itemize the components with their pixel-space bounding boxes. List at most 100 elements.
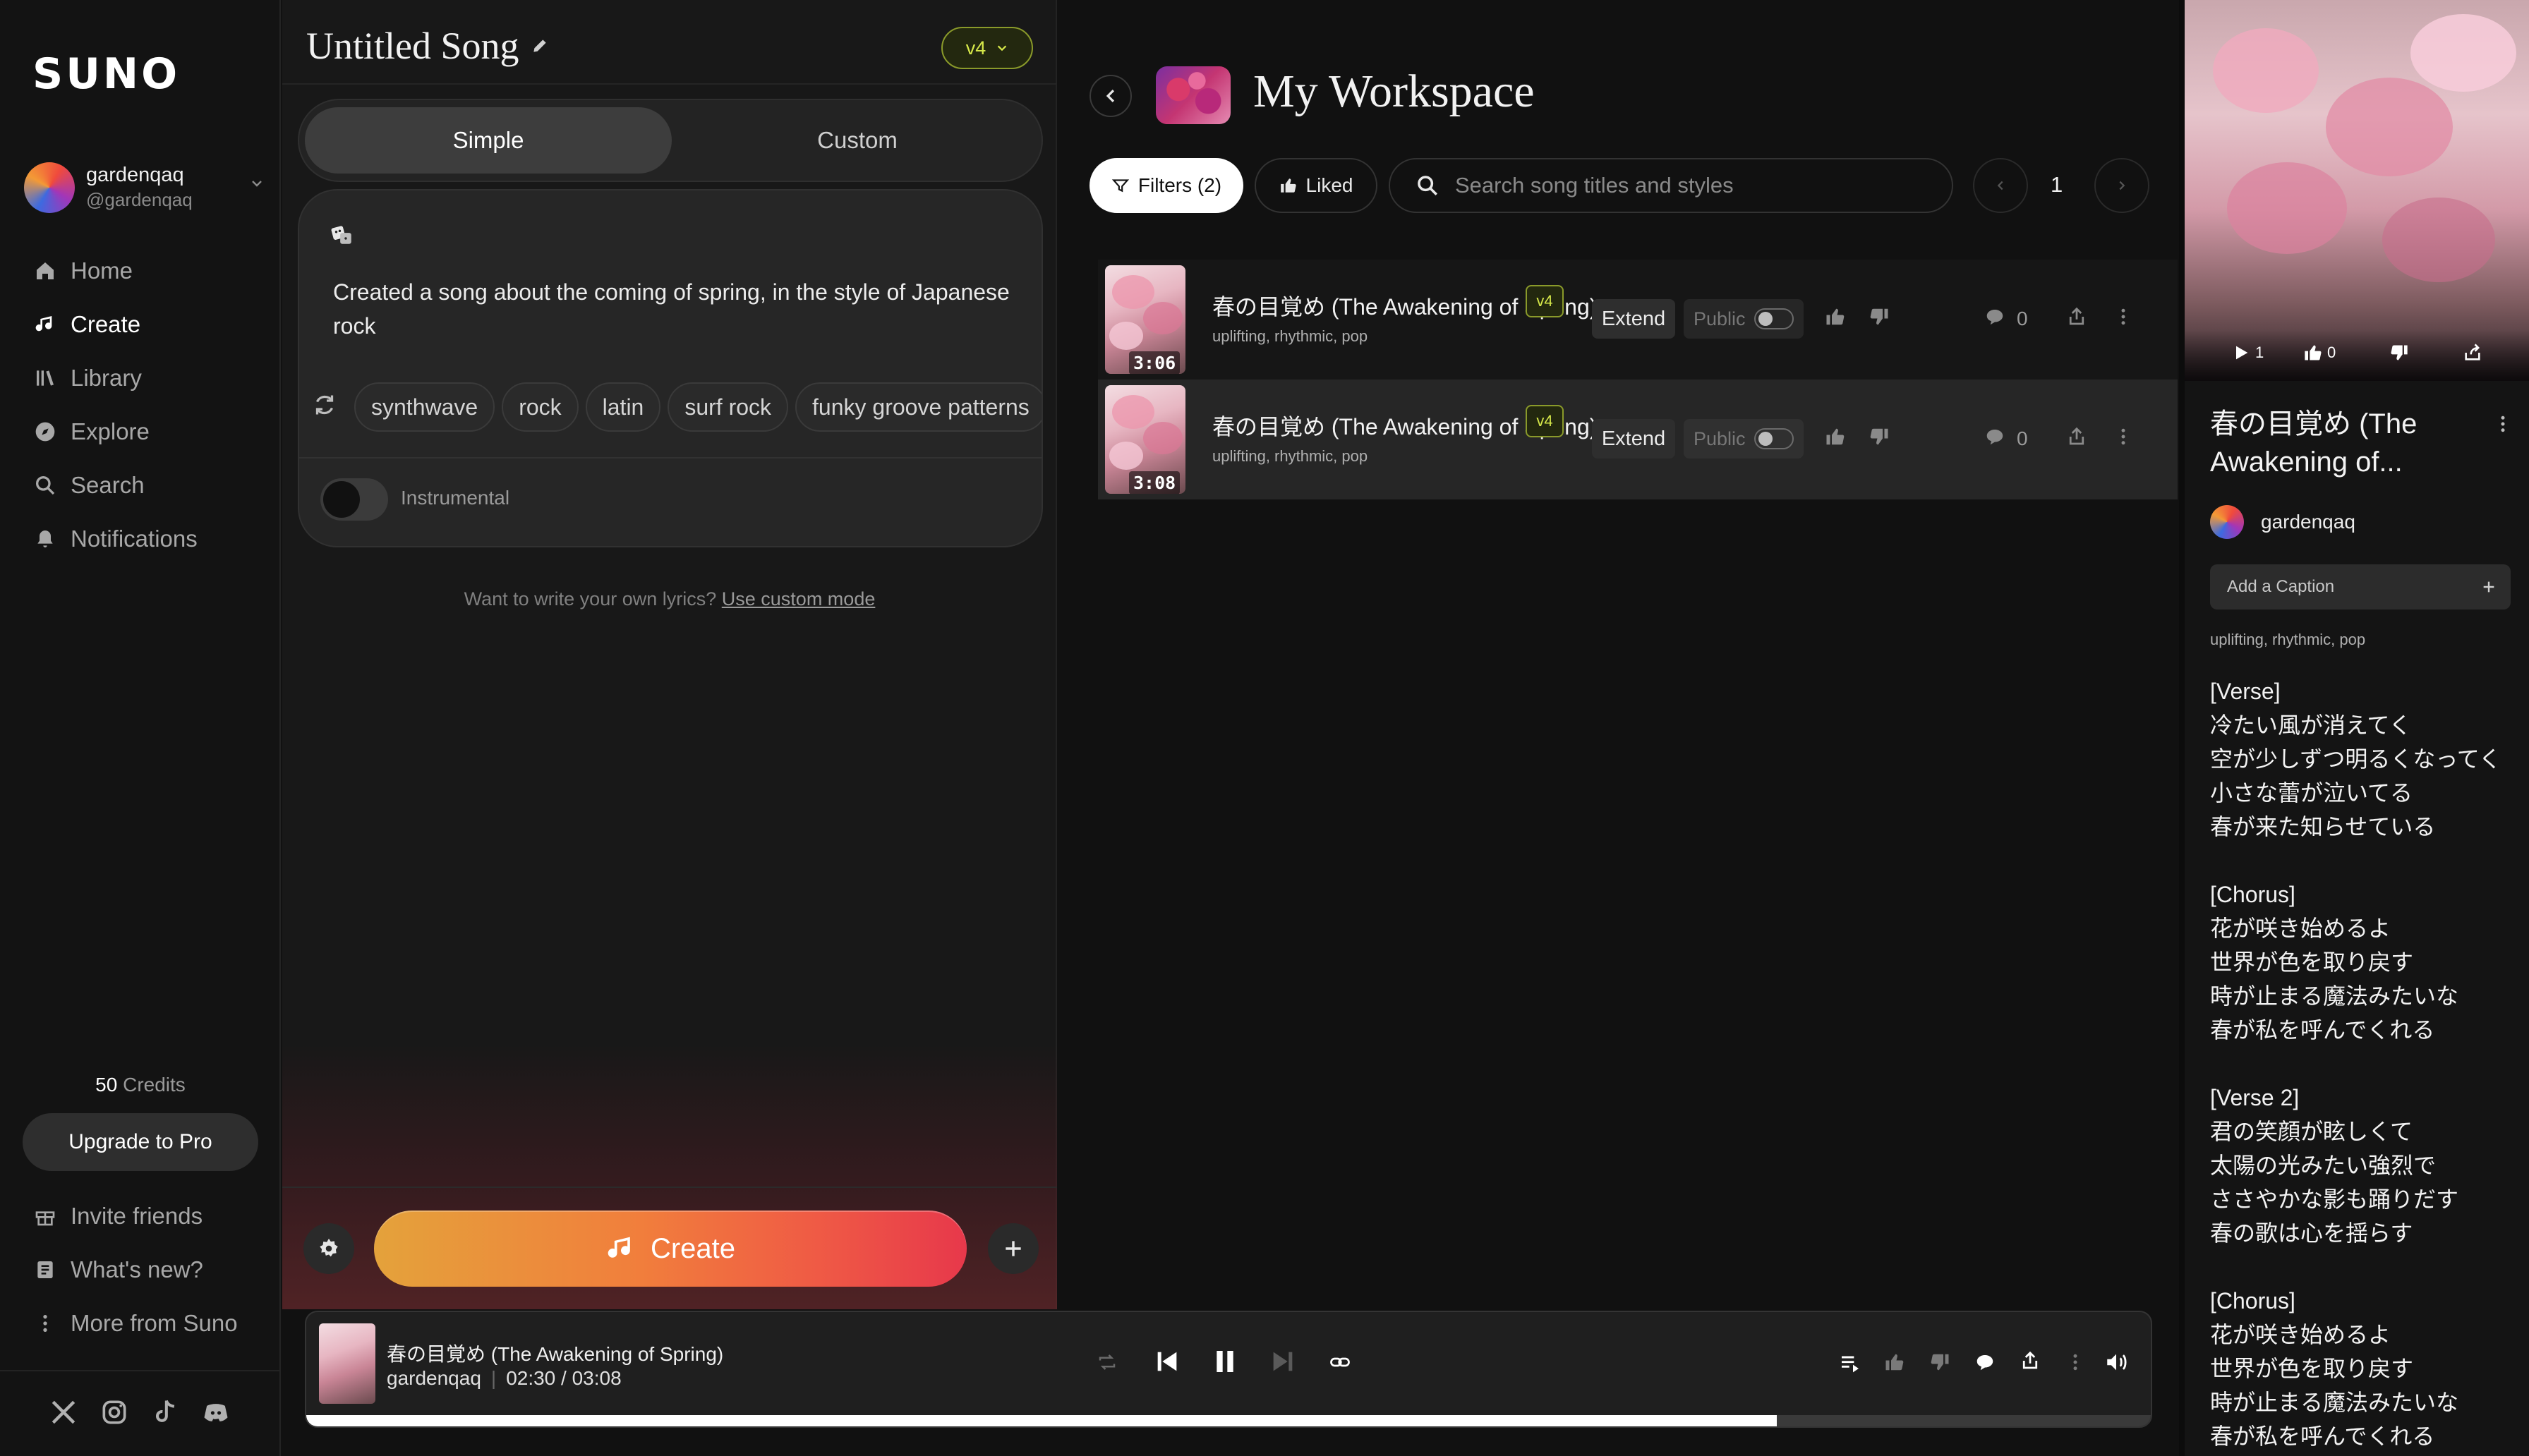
song-cover-large[interactable] [2185, 0, 2529, 381]
public-toggle[interactable]: Public [1684, 299, 1804, 339]
filters-button[interactable]: Filters (2) [1090, 158, 1243, 213]
like-count[interactable]: 0 [2303, 343, 2336, 363]
style-tag[interactable]: rock [502, 382, 579, 432]
suno-logo[interactable]: SUNO [32, 49, 180, 99]
song-cover[interactable]: 3:06 [1105, 265, 1185, 374]
create-button[interactable]: Create [374, 1211, 967, 1287]
nav-notifications[interactable]: Notifications [34, 518, 260, 560]
more-vertical-icon[interactable] [2113, 306, 2138, 332]
song-row[interactable]: 3:08 春の目覚め (The Awakening of Spring) v4 … [1098, 380, 2178, 499]
playback-progress[interactable] [306, 1415, 2151, 1426]
tab-simple[interactable]: Simple [305, 107, 672, 174]
now-playing-artist[interactable]: gardenqaq [387, 1367, 481, 1390]
thumbs-down-icon[interactable] [1869, 306, 1894, 332]
pencil-icon[interactable] [531, 37, 549, 55]
next-page-button[interactable] [2094, 158, 2149, 213]
more-vertical-icon[interactable] [2113, 426, 2138, 451]
nav-explore[interactable]: Explore [34, 411, 260, 453]
gift-icon [34, 1205, 56, 1227]
style-tag[interactable]: funky groove patterns [795, 382, 1042, 432]
thumbs-down-icon[interactable] [1929, 1352, 1950, 1373]
song-row[interactable]: 3:06 春の目覚め (The Awakening of Spring) v4 … [1098, 260, 2178, 380]
song-cover[interactable]: 3:08 [1105, 385, 1185, 494]
comment-icon[interactable] [1984, 306, 2010, 332]
refresh-tags-icon[interactable] [312, 392, 337, 418]
user-menu[interactable]: gardenqaq @gardenqaq [24, 159, 264, 216]
more-from-suno-link[interactable]: More from Suno [34, 1302, 260, 1345]
link-icon[interactable] [1329, 1352, 1351, 1373]
comment-icon[interactable] [1984, 426, 2010, 451]
repeat-icon[interactable] [1097, 1352, 1118, 1373]
tiktok-icon[interactable] [150, 1397, 181, 1428]
invite-friends-link[interactable]: Invite friends [34, 1195, 260, 1237]
share-icon[interactable] [2020, 1350, 2041, 1371]
discord-icon[interactable] [200, 1397, 231, 1428]
now-playing-cover[interactable] [319, 1323, 375, 1404]
share-icon[interactable] [2066, 306, 2092, 332]
next-track-icon[interactable] [1269, 1347, 1297, 1376]
share-icon[interactable] [2463, 343, 2482, 363]
instrumental-toggle[interactable] [320, 478, 388, 521]
song-author[interactable]: gardenqaq [2210, 505, 2355, 539]
style-tag[interactable]: latin [585, 382, 661, 432]
search-input[interactable]: Search song titles and styles [1389, 158, 1953, 213]
thumbs-down-icon[interactable] [1869, 426, 1894, 451]
thumbs-up-icon[interactable] [1825, 426, 1850, 451]
nav-library[interactable]: Library [34, 357, 260, 399]
more-vertical-icon[interactable] [2065, 1352, 2086, 1373]
settings-button[interactable] [303, 1223, 354, 1274]
back-button[interactable] [1090, 75, 1132, 117]
user-handle: @gardenqaq [86, 189, 193, 210]
thumbs-down-icon[interactable] [2389, 343, 2409, 363]
prompt-box[interactable]: Created a song about the coming of sprin… [298, 189, 1043, 547]
now-playing-title[interactable]: 春の目覚め (The Awakening of Spring) [387, 1339, 723, 1367]
song-tags: uplifting, rhythmic, pop [1212, 327, 1368, 345]
liked-button[interactable]: Liked [1255, 158, 1377, 213]
cover-art-shape [2326, 78, 2453, 176]
gear-icon [317, 1237, 341, 1261]
pause-icon[interactable] [1211, 1347, 1239, 1376]
dice-icon[interactable] [330, 223, 354, 247]
search-icon [1416, 174, 1439, 198]
toggle-switch [1754, 428, 1794, 449]
thumbs-up-icon[interactable] [1825, 306, 1850, 332]
thumbs-up-icon[interactable] [1884, 1352, 1905, 1373]
liked-label: Liked [1305, 174, 1353, 196]
nav-label: Notifications [71, 526, 198, 552]
prev-page-button[interactable] [1973, 158, 2028, 213]
upgrade-button[interactable]: Upgrade to Pro [23, 1113, 258, 1171]
nav-home[interactable]: Home [34, 250, 260, 292]
add-button[interactable] [988, 1223, 1039, 1274]
nav-create[interactable]: Create [34, 303, 260, 346]
page-number: 1 [2051, 172, 2063, 197]
instagram-icon[interactable] [99, 1397, 130, 1428]
version-select[interactable]: v4 [941, 27, 1033, 69]
use-custom-mode-link[interactable]: Use custom mode [722, 588, 876, 609]
extend-button[interactable]: Extend [1592, 419, 1675, 459]
more-vertical-icon[interactable] [2492, 413, 2513, 435]
chevron-left-icon [1994, 179, 2007, 192]
chevron-down-icon [250, 176, 264, 190]
x-icon[interactable] [48, 1397, 79, 1428]
caption-placeholder: Add a Caption [2227, 577, 2335, 596]
comment-icon[interactable] [1974, 1352, 1996, 1373]
whats-new-link[interactable]: What's new? [34, 1249, 260, 1291]
add-caption-input[interactable]: Add a Caption [2210, 564, 2511, 609]
cover-art-shape [2410, 14, 2516, 92]
volume-icon[interactable] [2104, 1350, 2128, 1374]
style-tag[interactable]: surf rock [668, 382, 789, 432]
chevron-right-icon [2115, 179, 2128, 192]
style-tag[interactable]: synthwave [354, 382, 495, 432]
public-toggle[interactable]: Public [1684, 419, 1804, 459]
share-icon[interactable] [2066, 426, 2092, 451]
tab-custom[interactable]: Custom [677, 107, 1037, 174]
nav-search[interactable]: Search [34, 464, 260, 506]
song-title[interactable]: Untitled Song [306, 24, 549, 68]
queue-icon[interactable] [1839, 1352, 1861, 1374]
credits-count: 50 [95, 1074, 118, 1096]
extend-button[interactable]: Extend [1592, 299, 1675, 339]
song-description-input[interactable]: Created a song about the coming of sprin… [333, 275, 1010, 343]
play-count[interactable]: 1 [2231, 343, 2264, 363]
previous-track-icon[interactable] [1153, 1347, 1181, 1376]
cover-art-shape [2227, 162, 2347, 254]
